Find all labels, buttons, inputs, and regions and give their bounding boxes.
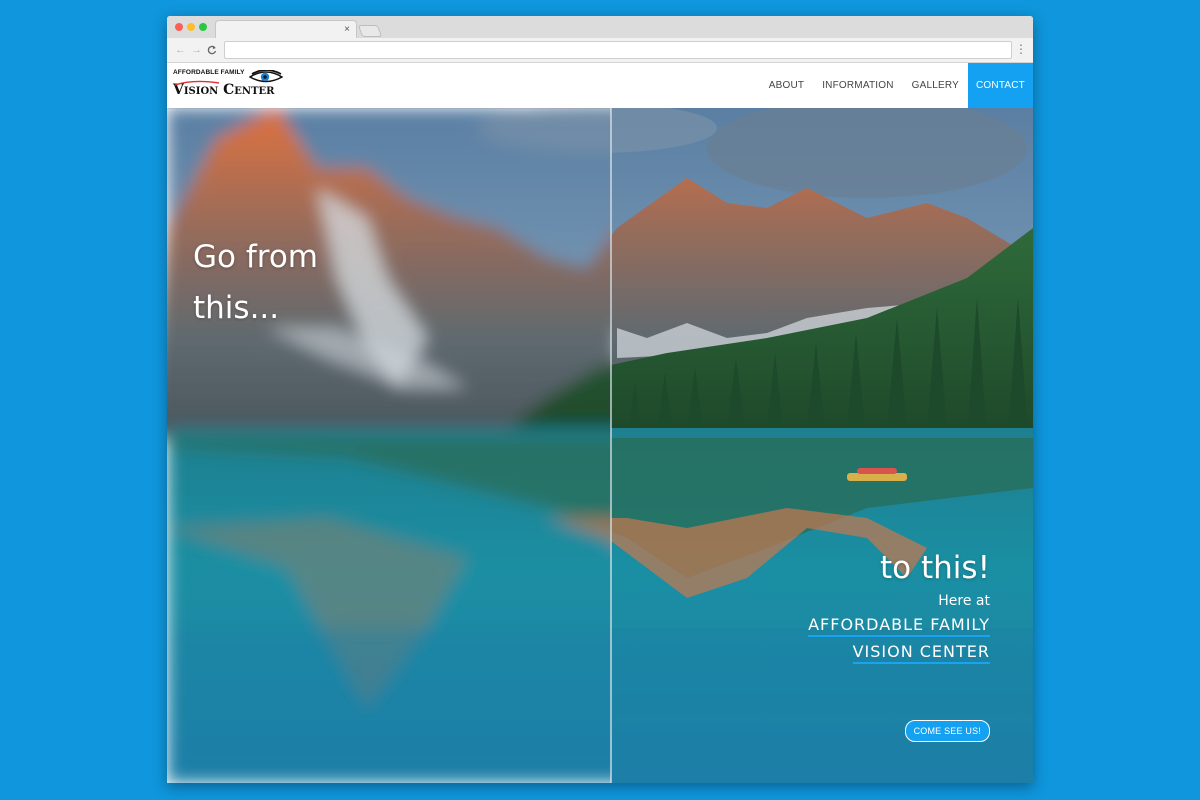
right-headline: to this! bbox=[880, 550, 990, 586]
left-headline-line1: Go from bbox=[193, 239, 318, 275]
brand-line-2: VISION CENTER bbox=[852, 642, 990, 664]
nav-information[interactable]: INFORMATION bbox=[813, 63, 902, 108]
nav-contact[interactable]: CONTACT bbox=[968, 63, 1033, 108]
window-close-dot[interactable] bbox=[175, 23, 183, 31]
come-see-us-button[interactable]: COME SEE US! bbox=[904, 720, 990, 742]
site-logo[interactable]: AFFORDABLE FAMILY Vision Center bbox=[173, 68, 285, 102]
hero-landscape-image bbox=[167, 108, 1033, 783]
browser-address-bar: ← → ⋮ bbox=[167, 38, 1033, 63]
left-headline-line2: this... bbox=[193, 290, 280, 326]
back-arrow-icon[interactable]: ← bbox=[175, 43, 186, 57]
logo-top-text: AFFORDABLE FAMILY bbox=[173, 69, 245, 76]
tab-close-icon[interactable]: × bbox=[344, 23, 350, 37]
logo-swoosh-icon bbox=[174, 80, 220, 86]
hero-section: Go from this... to this! Here at AFFORDA… bbox=[167, 108, 1033, 783]
window-maximize-dot[interactable] bbox=[199, 23, 207, 31]
nav-about[interactable]: ABOUT bbox=[760, 63, 813, 108]
browser-window: × ← → ⋮ AFFORDABLE FAMILY Vision Center bbox=[167, 16, 1033, 783]
browser-menu-icon[interactable]: ⋮ bbox=[1015, 42, 1027, 56]
reload-icon[interactable] bbox=[207, 43, 217, 58]
main-nav: ABOUT INFORMATION GALLERY CONTACT bbox=[760, 63, 1033, 108]
new-tab-button[interactable] bbox=[357, 25, 383, 37]
browser-tab[interactable]: × bbox=[215, 20, 357, 39]
right-text-block: to this! Here at AFFORDABLE FAMILY VISIO… bbox=[808, 548, 990, 664]
brand-line-1: AFFORDABLE FAMILY bbox=[808, 615, 990, 637]
comparison-divider[interactable] bbox=[610, 108, 612, 783]
browser-tab-bar: × bbox=[167, 16, 1033, 39]
forward-arrow-icon[interactable]: → bbox=[191, 43, 202, 57]
url-input[interactable] bbox=[224, 41, 1012, 59]
left-headline: Go from this... bbox=[193, 232, 318, 334]
here-at-text: Here at bbox=[938, 593, 990, 609]
window-minimize-dot[interactable] bbox=[187, 23, 195, 31]
nav-gallery[interactable]: GALLERY bbox=[903, 63, 968, 108]
site-header: AFFORDABLE FAMILY Vision Center ABOUT IN… bbox=[167, 63, 1033, 109]
